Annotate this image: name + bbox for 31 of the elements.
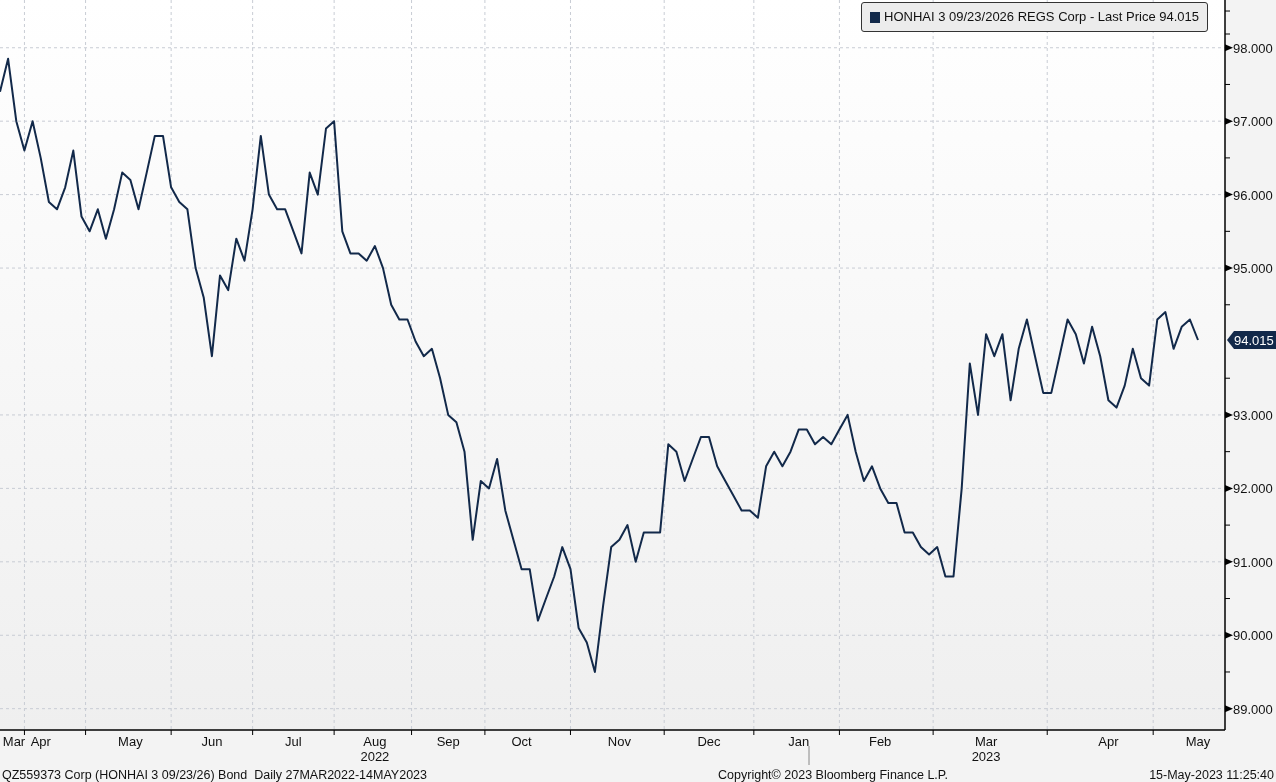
copyright-notice: Copyright© 2023 Bloomberg Finance L.P. (718, 767, 949, 782)
y-tick-label: 98.000 (1233, 40, 1273, 56)
y-tick-label: 90.000 (1233, 628, 1273, 644)
x-tick-label: Jan (788, 734, 810, 749)
y-tick-label: 93.000 (1233, 407, 1273, 423)
y-tick-label: 96.000 (1233, 187, 1273, 203)
y-tick-label: 97.000 (1233, 114, 1273, 130)
timestamp: 15-May-2023 11:25:40 (1149, 767, 1274, 782)
x-tick-label: Jun (201, 734, 223, 749)
x-tick-label: Aug (363, 734, 387, 749)
x-tick-label: Apr (30, 734, 51, 749)
x-tick-label: May (118, 734, 143, 749)
x-tick-label: Mar (974, 734, 998, 749)
legend-label: HONHAI 3 09/23/2026 REGS Corp - Last Price 94.015 (884, 8, 1200, 27)
y-tick-label: 91.000 (1233, 554, 1273, 570)
x-tick-label: Feb (868, 734, 892, 749)
x-tick-label: Mar (2, 734, 26, 749)
y-tick-label: 89.000 (1233, 701, 1273, 717)
x-tick-label: May (1185, 734, 1211, 749)
x-tick-label: Sep (436, 734, 460, 749)
x-tick-label: Dec (697, 734, 721, 749)
x-tick-label: Jul (285, 734, 302, 749)
y-tick-label: 95.000 (1233, 261, 1273, 277)
security-description: QZ559373 Corp (HONHAI 3 09/23/26) Bond Daily 27MAR2022-14MAY2023 (2, 767, 427, 782)
year-label: 2023 (971, 749, 1001, 764)
last-price-tag: 94.015 (1227, 331, 1276, 350)
y-tick-label: 92.000 (1233, 481, 1273, 497)
x-tick-label: Oct (511, 734, 532, 749)
x-tick-label: Apr (1098, 734, 1119, 749)
year-label: 2022 (360, 749, 390, 764)
x-tick-label: Nov (607, 734, 631, 749)
